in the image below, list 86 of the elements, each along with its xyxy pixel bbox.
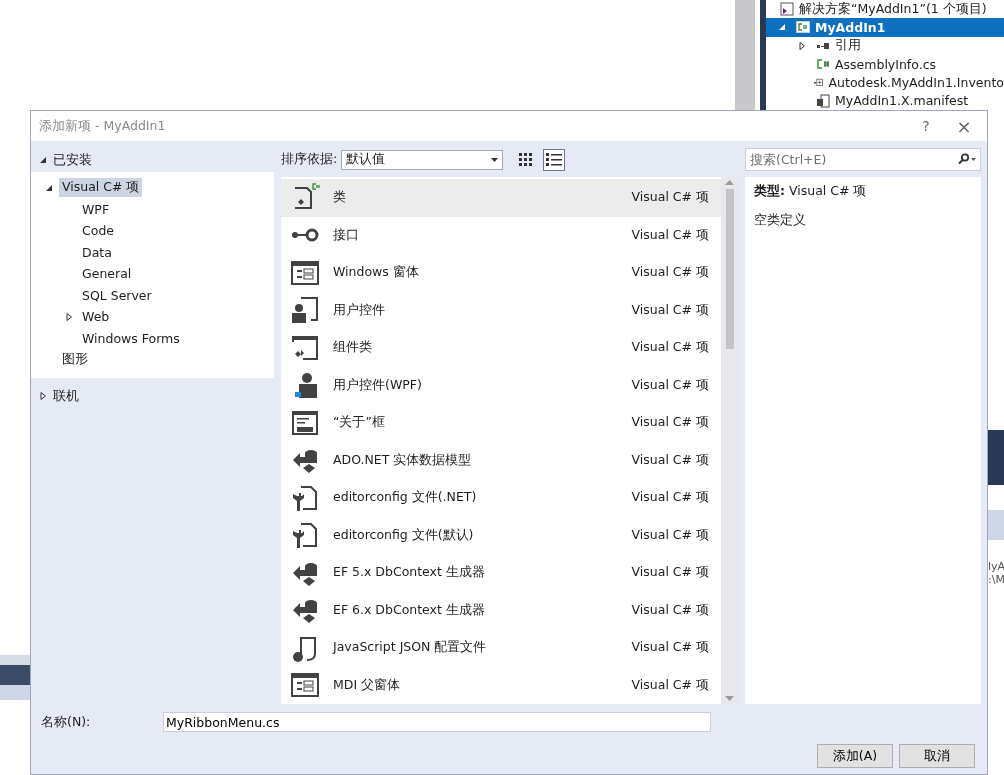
- description-text: 空类定义: [754, 212, 807, 229]
- solution-item[interactable]: AssemblyInfo.cs: [766, 55, 1004, 74]
- template-name: 类: [332, 189, 347, 207]
- template-item[interactable]: 类 Visual C# 项: [281, 179, 721, 217]
- close-button[interactable]: ×: [949, 114, 979, 138]
- solution-item[interactable]: 引用: [766, 36, 1004, 55]
- template-name: editorconfig 文件(默认): [332, 526, 475, 544]
- template-item[interactable]: 接口 Visual C# 项: [281, 216, 721, 254]
- template-name: “关于”框: [332, 414, 386, 432]
- tree-item[interactable]: Web: [79, 308, 113, 326]
- solution-item[interactable]: Autodesk.MyAddIn1.Invento: [766, 73, 1004, 92]
- template-category: Visual C# 项: [631, 376, 709, 394]
- template-name: EF 6.x DbContext 生成器: [332, 601, 486, 619]
- tree-item[interactable]: Code: [79, 222, 117, 240]
- tree-item[interactable]: Data: [79, 243, 115, 261]
- tree-item[interactable]: Visual C# 项: [59, 178, 143, 198]
- solution-item[interactable]: MyAddIn1: [766, 18, 1004, 37]
- template-name: 组件类: [332, 339, 373, 357]
- type-text: 类型: Visual C# 项: [754, 183, 868, 200]
- template-category: Visual C# 项: [631, 639, 709, 657]
- name-field[interactable]: MyRibbonMenu.cs: [163, 712, 711, 732]
- template-item[interactable]: editorconfig 文件(.NET) Visual C# 项: [281, 479, 721, 517]
- template-category: Visual C# 项: [631, 264, 709, 282]
- tree-item[interactable]: WPF: [79, 200, 113, 218]
- template-name: 用户控件(WPF): [332, 376, 423, 394]
- scroll-thumb[interactable]: [725, 189, 734, 349]
- template-item[interactable]: 用户控件(WPF) Visual C# 项: [281, 366, 721, 404]
- template-item[interactable]: editorconfig 文件(默认) Visual C# 项: [281, 516, 721, 554]
- tree-item[interactable]: 图形: [59, 350, 91, 370]
- list-view-button[interactable]: [543, 148, 566, 171]
- template-category: Visual C# 项: [631, 451, 709, 469]
- template-name: JavaScript JSON 配置文件: [331, 639, 488, 657]
- tree-item[interactable]: SQL Server: [79, 286, 155, 304]
- solution-icon: [780, 2, 794, 17]
- template-category: Visual C# 项: [631, 189, 709, 207]
- dropdown-arrow-icon: [491, 157, 499, 162]
- solution-label[interactable]: 解决方案“MyAddIn1”(1 个项目): [799, 0, 987, 18]
- template-category: Visual C# 项: [631, 301, 709, 319]
- template-category: Visual C# 项: [631, 339, 709, 357]
- search-icon: [957, 153, 977, 165]
- template-item[interactable]: Windows 窗体 Visual C# 项: [281, 254, 721, 292]
- sort-label: 排序依据:: [281, 151, 338, 168]
- template-item[interactable]: MDI 父窗体 Visual C# 项: [281, 666, 721, 704]
- template-category: Visual C# 项: [631, 676, 709, 694]
- template-item[interactable]: 组件类 Visual C# 项: [281, 329, 721, 367]
- scroll-up-icon: [725, 180, 734, 185]
- template-item[interactable]: “关于”框 Visual C# 项: [281, 404, 721, 442]
- template-category: Visual C# 项: [631, 489, 709, 507]
- expand-arrow-icon: [798, 41, 806, 50]
- template-item[interactable]: EF 6.x DbContext 生成器 Visual C# 项: [281, 591, 721, 629]
- collapse-arrow-icon: [778, 23, 786, 32]
- template-category: Visual C# 项: [631, 526, 709, 544]
- cancel-button[interactable]: 取消: [899, 744, 975, 768]
- list-view-icon: [546, 152, 563, 167]
- help-button[interactable]: ?: [911, 114, 941, 138]
- tree-item[interactable]: Windows Forms: [79, 329, 183, 347]
- add-button[interactable]: 添加(A): [817, 744, 893, 768]
- solution-item[interactable]: MyAddIn1.X.manifest: [766, 91, 1004, 110]
- csharp-project-icon: [796, 20, 810, 35]
- template-name: EF 5.x DbContext 生成器: [332, 564, 486, 582]
- template-name: ADO.NET 实体数据模型: [332, 451, 473, 469]
- online-header[interactable]: 联机: [53, 387, 79, 405]
- background-text: :\M: [988, 573, 1004, 586]
- csharp-file-icon: [816, 57, 830, 72]
- template-name: editorconfig 文件(.NET): [332, 489, 478, 507]
- template-name: 用户控件: [332, 301, 386, 319]
- template-item[interactable]: EF 5.x DbContext 生成器 Visual C# 项: [281, 554, 721, 592]
- dialog-title: 添加新项 - MyAddIn1: [39, 117, 167, 135]
- template-name: MDI 父窗体: [332, 676, 402, 694]
- template-category: Visual C# 项: [631, 226, 709, 244]
- scroll-down-icon: [725, 696, 734, 701]
- tree-item[interactable]: General: [79, 265, 135, 283]
- template-name: Windows 窗体: [332, 264, 420, 282]
- grid-view-icon: [519, 152, 534, 167]
- template-item[interactable]: JavaScript JSON 配置文件 Visual C# 项: [281, 629, 721, 667]
- template-category: Visual C# 项: [631, 564, 709, 582]
- sort-dropdown[interactable]: 默认值: [341, 149, 504, 170]
- search-field[interactable]: 搜索(Ctrl+E): [745, 148, 981, 171]
- installed-header[interactable]: 已安装: [53, 151, 92, 169]
- template-category: Visual C# 项: [631, 414, 709, 432]
- template-item[interactable]: 用户控件 Visual C# 项: [281, 291, 721, 329]
- template-category: Visual C# 项: [631, 601, 709, 619]
- manifest-file-icon: [816, 93, 830, 108]
- template-item[interactable]: ADO.NET 实体数据模型 Visual C# 项: [281, 441, 721, 479]
- name-label: 名称(N):: [41, 713, 92, 731]
- template-name: 接口: [332, 226, 360, 244]
